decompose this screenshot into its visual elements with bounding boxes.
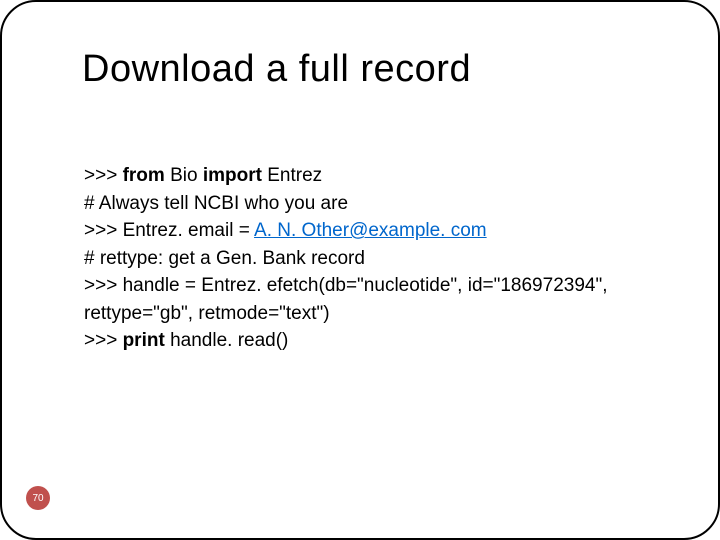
code-line-5: >>> handle = Entrez. efetch(db="nucleoti… xyxy=(84,272,644,327)
keyword-import: import xyxy=(203,165,262,186)
keyword-from: from xyxy=(123,165,165,186)
code-text: handle. read() xyxy=(165,330,289,351)
code-line-6: >>> print handle. read() xyxy=(84,327,644,355)
code-line-1: >>> from Bio import Entrez xyxy=(84,162,644,190)
code-line-3: >>> Entrez. email = A. N. Other@example.… xyxy=(84,217,644,245)
slide-title: Download a full record xyxy=(82,48,471,91)
code-text: Entrez xyxy=(262,165,322,186)
code-line-2: # Always tell NCBI who you are xyxy=(84,190,644,218)
page-number-badge: 70 xyxy=(26,486,50,510)
code-text: >>> Entrez. email = xyxy=(84,220,254,241)
slide-frame: Download a full record >>> from Bio impo… xyxy=(0,0,720,540)
email-link[interactable]: A. N. Other@example. com xyxy=(254,220,487,241)
code-block: >>> from Bio import Entrez # Always tell… xyxy=(84,162,644,355)
prompt-text: >>> xyxy=(84,330,123,351)
code-text: Bio xyxy=(165,165,203,186)
code-line-4: # rettype: get a Gen. Bank record xyxy=(84,245,644,273)
keyword-print: print xyxy=(123,330,165,351)
prompt-text: >>> xyxy=(84,165,123,186)
